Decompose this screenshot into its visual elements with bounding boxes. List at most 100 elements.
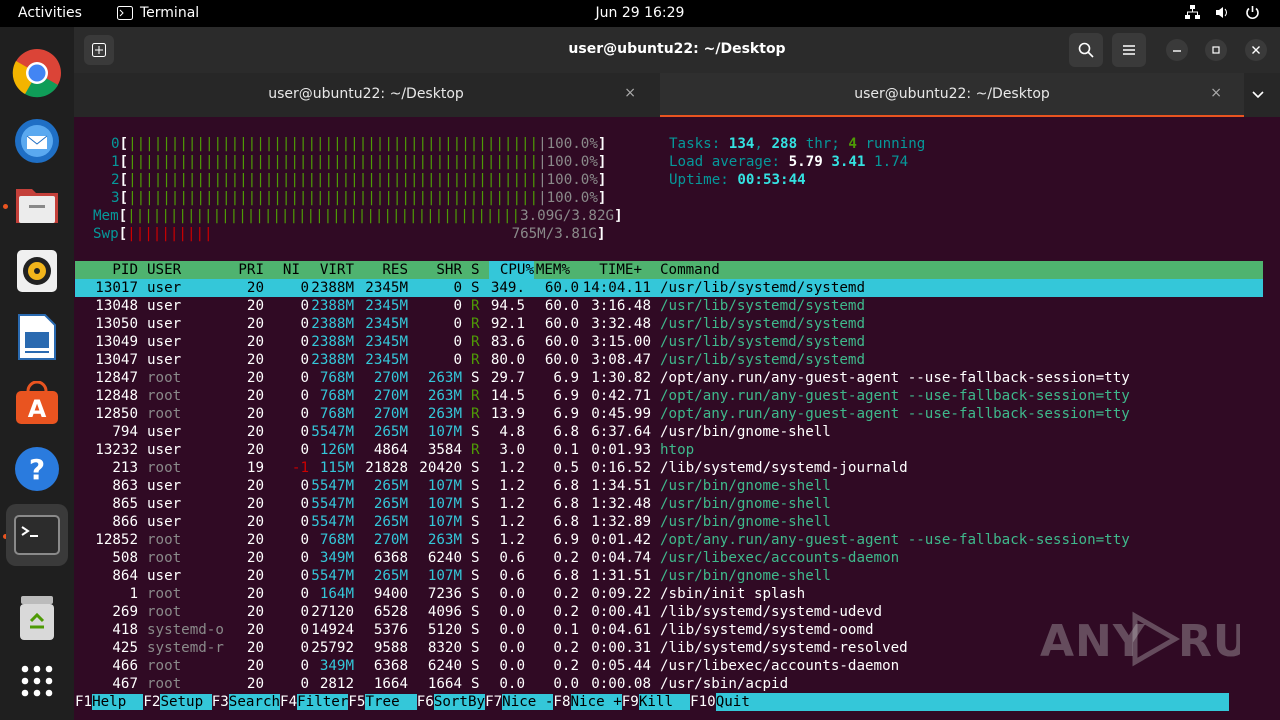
dock-rhythmbox[interactable] — [6, 240, 68, 302]
close-button[interactable] — [1245, 39, 1267, 61]
fkey-f6-label[interactable]: SortBy — [433, 694, 486, 710]
new-tab-button[interactable] — [84, 35, 114, 65]
dock-trash[interactable] — [6, 587, 68, 649]
process-cell-pid: 466 — [112, 658, 138, 674]
fkey-f3-label[interactable]: Search — [228, 694, 281, 710]
show-apps-button[interactable] — [6, 650, 68, 712]
tab-2[interactable]: user@ubuntu22: ~/Desktop × — [660, 73, 1244, 117]
process-cell-s: S — [471, 532, 480, 548]
tab-2-close-icon[interactable]: × — [1210, 85, 1222, 101]
process-row[interactable]: 13047 user 20 0 2388M 2345M 0 R 80.0 60.0 3:08.47/… — [75, 351, 1263, 369]
process-row[interactable]: 508 root 20 0 349M 6368 6240 S 0.6 0.2 0:04.74/usr… — [75, 549, 1263, 567]
process-cell-ni: 0 — [300, 424, 309, 440]
process-cell-virt: 768M — [319, 388, 354, 404]
tab-1-close-icon[interactable]: × — [624, 85, 636, 101]
process-row[interactable]: 864 user 20 0 5547M 265M 107M S 0.6 6.8 1:31.51/us… — [75, 567, 1263, 585]
dock-software[interactable]: A — [6, 372, 68, 434]
process-row[interactable]: 12850 root 20 0 768M 270M 263M R 13.9 6.9 0:45.99 /… — [75, 405, 1263, 423]
process-row[interactable]: 213 root 19 -1 115M 21828 20420 S 1.2 0.5 0:16.52 /… — [75, 459, 1263, 477]
process-cell-user: user — [147, 316, 182, 332]
minimize-button[interactable] — [1166, 39, 1188, 61]
fkey-f6[interactable]: F6 — [417, 694, 434, 710]
search-button[interactable] — [1069, 33, 1103, 67]
system-tray[interactable] — [1185, 5, 1260, 20]
fkey-f8[interactable]: F8 — [553, 694, 570, 710]
process-row[interactable]: 12847 root 20 0 768M 270M 263M S 29.7 6.9 1:30.82 /… — [75, 369, 1263, 387]
process-row[interactable]: 13049 user 20 0 2388M 2345M 0 R 83.6 60.0 3:15.00/… — [75, 333, 1263, 351]
process-cell-time: 1:34.51 — [591, 478, 651, 494]
dock-writer[interactable] — [6, 306, 68, 368]
process-row[interactable]: 13017 user 20 0 2388M 2345M 0 S 349. 60.0 14:04.11… — [75, 279, 1263, 297]
process-row[interactable]: 13232 user 20 0 126M 4864 3584 R 3.0 0.1 0:01.93 ht… — [75, 441, 1263, 459]
terminal-content[interactable]: 0[||||||||||||||||||||||||||||||||||||||… — [75, 117, 1280, 720]
fkey-f10[interactable]: F10 — [690, 694, 716, 710]
process-cell-shr: 6240 — [427, 658, 462, 674]
process-cell-command: /opt/any.run/any-guest-agent --use-fallb… — [660, 532, 1130, 548]
process-cell-ni: -1 — [291, 460, 309, 476]
fkey-f7-label[interactable]: Nice - — [502, 694, 554, 710]
fkey-f10-label[interactable]: Quit — [715, 693, 1229, 711]
fkey-f4[interactable]: F4 — [280, 694, 297, 710]
process-cell-pid: 794 — [112, 424, 138, 440]
maximize-button[interactable] — [1205, 39, 1227, 61]
app-menu[interactable]: Terminal — [117, 5, 199, 21]
process-table-header[interactable]: PID USER PRI NI VIRT RES SHR S CPU% MEM% TIME+ Comm… — [75, 261, 1263, 279]
menu-button[interactable] — [1112, 33, 1146, 67]
process-cell-s: R — [471, 406, 480, 422]
process-cell-cpu: 80.0 — [490, 352, 525, 368]
fkey-f2-label[interactable]: Setup — [160, 694, 212, 710]
process-cell-user: root — [147, 676, 182, 692]
process-cell-virt: 2812 — [319, 676, 354, 692]
process-row[interactable]: 1 root 20 0 164M 9400 7236 S 0.0 0.2 0:09.22/sbin/… — [75, 585, 1263, 603]
process-row[interactable]: 12848 root 20 0 768M 270M 263M R 14.5 6.9 0:42.71 /… — [75, 387, 1263, 405]
process-cell-time: 3:16.48 — [591, 298, 651, 314]
fkey-f5[interactable]: F5 — [348, 694, 365, 710]
process-cell-shr: 263M — [427, 388, 462, 404]
process-row[interactable]: 863 user 20 0 5547M 265M 107M S 1.2 6.8 1:34.51/us… — [75, 477, 1263, 495]
process-cell-user: user — [147, 280, 182, 296]
volume-icon — [1216, 7, 1227, 18]
dock-files[interactable] — [6, 174, 68, 236]
fkey-f1-label[interactable]: Help — [92, 694, 144, 710]
process-row[interactable]: 418 systemd-o 20 0 14924 5376 5120 S 0.0 0.1 0:04.… — [75, 621, 1263, 639]
dock-terminal[interactable] — [6, 504, 68, 566]
process-row[interactable]: 425 systemd-r 20 0 25792 9588 8320 S 0.0 0.2 0:00.… — [75, 639, 1263, 657]
dock-help[interactable]: ? — [6, 438, 68, 500]
tab-1[interactable]: user@ubuntu22: ~/Desktop × — [74, 73, 658, 117]
process-cell-res: 9400 — [373, 586, 408, 602]
process-cell-virt: 2388M — [311, 280, 354, 296]
process-row[interactable]: 866 user 20 0 5547M 265M 107M S 1.2 6.8 1:32.89/us… — [75, 513, 1263, 531]
fkey-f2[interactable]: F2 — [143, 694, 160, 710]
process-cell-command: /usr/libexec/accounts-daemon — [660, 658, 900, 674]
fkey-f8-label[interactable]: Nice + — [570, 694, 622, 710]
tab-list-button[interactable] — [1246, 85, 1270, 105]
activities-button[interactable]: Activities — [18, 5, 82, 21]
process-cell-cpu: 3.0 — [499, 442, 525, 458]
process-row[interactable]: 13050 user 20 0 2388M 2345M 0 R 92.1 60.0 3:32.48/… — [75, 315, 1263, 333]
fkey-f9-label[interactable]: Kill — [638, 694, 691, 710]
process-cell-virt: 768M — [319, 370, 354, 386]
process-row[interactable]: 466 root 20 0 349M 6368 6240 S 0.0 0.2 0:05.44/usr… — [75, 657, 1263, 675]
window-titlebar: user@ubuntu22: ~/Desktop — [74, 27, 1280, 73]
process-cell-time: 0:16.52 — [591, 460, 651, 476]
fkey-f7[interactable]: F7 — [485, 694, 502, 710]
process-cell-res: 6368 — [373, 658, 408, 674]
dock-thunderbird[interactable] — [6, 108, 68, 170]
fkey-f3[interactable]: F3 — [212, 694, 229, 710]
fkey-f5-label[interactable]: Tree — [365, 694, 417, 710]
process-row[interactable]: 467 root 20 0 2812 1664 1664 S 0.0 0.0 0:00.08/usr… — [75, 675, 1263, 693]
process-row[interactable]: 794 user 20 0 5547M 265M 107M S 4.8 6.8 6:37.64/us… — [75, 423, 1263, 441]
process-row[interactable]: 13048 user 20 0 2388M 2345M 0 R 94.5 60.0 3:16.48/… — [75, 297, 1263, 315]
dock-chrome[interactable] — [6, 42, 68, 104]
fkey-f4-label[interactable]: Filter — [297, 694, 349, 710]
process-cell-command: /usr/lib/systemd/systemd — [660, 334, 865, 350]
process-row[interactable]: 865 user 20 0 5547M 265M 107M S 1.2 6.8 1:32.48/us… — [75, 495, 1263, 513]
process-cell-pri: 20 — [246, 658, 264, 674]
process-cell-cpu: 0.0 — [499, 640, 525, 656]
fkey-f9[interactable]: F9 — [622, 694, 639, 710]
process-cell-virt: 2388M — [311, 334, 354, 350]
process-row[interactable]: 269 root 20 0 27120 6528 4096 S 0.0 0.2 0:00.41/li… — [75, 603, 1263, 621]
process-cell-s: S — [471, 676, 480, 692]
fkey-f1[interactable]: F1 — [75, 694, 92, 710]
process-row[interactable]: 12852 root 20 0 768M 270M 263M S 1.2 6.9 0:01.42/o… — [75, 531, 1263, 549]
